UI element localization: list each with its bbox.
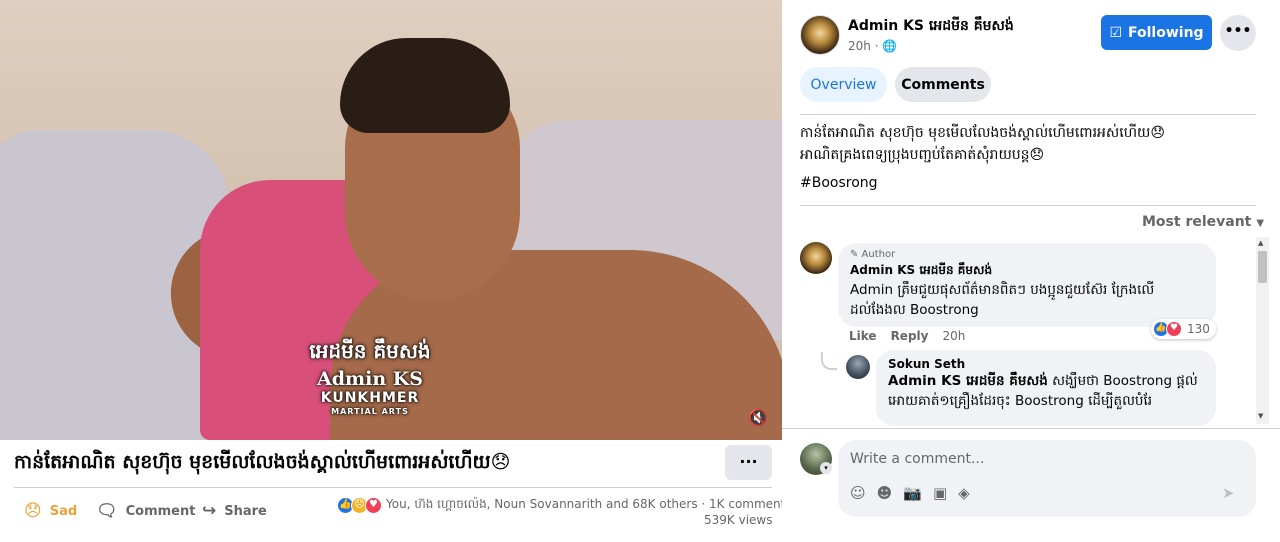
comment-text: Admin ត្រឹមជួយផុសព័ត៌មានពិតៗ បងប្អូនជួយស… <box>850 282 1155 318</box>
comment-bubble: ✎ Author Admin KS អេដមីន គឹមសង់ Admin ត្… <box>838 243 1216 327</box>
comment-input-placeholder[interactable]: Write a comment... <box>850 451 984 467</box>
divider <box>800 205 1256 206</box>
divider <box>14 487 772 488</box>
comment-reply-button[interactable]: Reply <box>891 329 929 343</box>
chevron-down-icon[interactable]: ▾ <box>820 462 832 474</box>
chevron-down-icon: ▼ <box>1256 218 1265 229</box>
reply-avatar[interactable] <box>846 355 870 379</box>
author-badge: ✎ Author <box>850 249 896 260</box>
scroll-up-icon[interactable]: ▲ <box>1258 239 1263 247</box>
comment-time[interactable]: 20h <box>942 329 965 343</box>
following-label: Following <box>1128 24 1204 41</box>
sort-comments-dropdown[interactable]: Most relevant ▼ <box>1142 214 1264 230</box>
sad-label: Sad <box>49 503 78 519</box>
following-button[interactable]: ☑ Following <box>1101 15 1212 50</box>
sad-face-icon: 😞 <box>24 501 42 521</box>
comment-like-button[interactable]: Like <box>849 329 877 343</box>
speaker-muted-icon[interactable]: 🔇 <box>746 406 770 430</box>
watermark-khmer: អេដមីន គឹមសង់ <box>309 339 431 363</box>
comment-button[interactable]: 🗨 Comment <box>96 499 195 523</box>
reactions-text[interactable]: You, ហ៊ង ហ្គោចល៉េង, Noun Sovannarith and… <box>386 496 799 514</box>
reply-thread-line <box>821 352 837 370</box>
watermark-sub: MARTIAL ARTS <box>331 407 409 416</box>
post-title: កាន់តែអាណិត សុខហ៊ុច មុខមើលលែងចង់ស្គាល់ហើ… <box>14 451 511 473</box>
camera-icon[interactable]: 📷 <box>903 484 922 502</box>
divider <box>782 428 1280 429</box>
love-reaction-icon: ♥ <box>365 496 382 514</box>
hashtag-link[interactable]: #Boosrong <box>800 172 1256 194</box>
sort-label: Most relevant <box>1142 214 1252 230</box>
composer-tools: ☺ ☻ 📷 ▣ ◈ <box>850 484 970 502</box>
reply-commenter-name[interactable]: Sokun Seth <box>888 357 1204 371</box>
video-watermark: អេដមីន គឹមសង់ Admin KS KUNKHMER MARTIAL … <box>280 338 460 416</box>
reactions-summary[interactable]: 👍 😞 ♥ You, ហ៊ង ហ្គោចល៉េង, Noun Sovannari… <box>337 496 799 514</box>
post-side-panel: Admin KS អេដមីន គឹមសង់ 20h · 🌐 ☑ Followi… <box>782 0 1280 542</box>
watermark-brand: KUNKHMER <box>320 390 420 406</box>
scrollbar-thumb[interactable] <box>1258 251 1267 283</box>
video-hair <box>340 38 510 133</box>
comment-composer[interactable]: Write a comment... ☺ ☻ 📷 ▣ ◈ ➤ <box>838 440 1256 517</box>
share-icon: ↪ <box>202 501 217 521</box>
comment-icon: 🗨 <box>96 501 118 521</box>
comment-label: Comment <box>125 503 196 519</box>
share-button[interactable]: ↪ Share <box>202 499 267 523</box>
emoji-icon[interactable]: ☻ <box>877 484 893 502</box>
comment-reactions[interactable]: 👍 ♥ 130 <box>1151 319 1216 339</box>
comments-scrollbar[interactable]: ▲ ▼ <box>1256 237 1269 424</box>
commenter-name[interactable]: Admin KS អេដមីន គឹមសង់ <box>850 262 1204 280</box>
comment-avatar[interactable] <box>800 242 832 274</box>
divider <box>800 114 1256 115</box>
page-avatar[interactable] <box>800 15 840 55</box>
video-player[interactable]: អេដមីន គឹមសង់ Admin KS KUNKHMER MARTIAL … <box>0 0 782 440</box>
panel-more-button[interactable]: ••• <box>1220 15 1256 51</box>
comment-actions: Like Reply 20h <box>849 329 979 343</box>
post-more-button[interactable]: ··· <box>725 445 772 480</box>
sticker-icon[interactable]: ◈ <box>958 484 970 502</box>
post-caption-bar: កាន់តែអាណិត សុខហ៊ុច មុខមើលលែងចង់ស្គាល់ហើ… <box>0 440 799 542</box>
reply-text: Admin KS អេដមីន គឹមសង់ សង្ឃឹមថា Boostron… <box>888 371 1204 411</box>
post-time[interactable]: 20h · 🌐 <box>848 39 897 53</box>
views-count: 539K views <box>704 513 773 527</box>
reply-mention[interactable]: Admin KS អេដមីន គឹមសង់ <box>888 373 1048 389</box>
send-icon[interactable]: ➤ <box>1222 484 1235 502</box>
love-reaction-icon: ♥ <box>1166 321 1182 337</box>
post-description: កាន់តែអាណិត សុខហ៊ុច មុខមើលលែងចង់ស្គាល់ហើ… <box>800 122 1256 194</box>
comment-react-count: 130 <box>1187 322 1210 336</box>
following-check-icon: ☑ <box>1109 24 1122 41</box>
sad-reaction-button[interactable]: 😞 Sad <box>24 499 77 523</box>
tab-overview[interactable]: Overview <box>800 67 887 102</box>
avatar-sticker-icon[interactable]: ☺ <box>850 484 866 502</box>
page: អេដមីន គឹមសង់ Admin KS KUNKHMER MARTIAL … <box>0 0 1280 542</box>
tab-comments[interactable]: Comments <box>895 67 991 102</box>
scroll-down-icon[interactable]: ▼ <box>1258 412 1263 420</box>
post-text-line2: អាណិតគ្រងពេទ្យប្រុងបញ្ជប់តែគាត់សុំរាយបន្… <box>800 147 1045 163</box>
post-text-line1: កាន់តែអាណិត សុខហ៊ុច មុខមើលលែងចង់ស្គាល់ហើ… <box>800 125 1165 141</box>
share-label: Share <box>224 503 267 519</box>
gif-icon[interactable]: ▣ <box>933 484 947 502</box>
reply-bubble: Sokun Seth Admin KS អេដមីន គឹមសង់ សង្ឃឹម… <box>876 350 1216 426</box>
page-name[interactable]: Admin KS អេដមីន គឹមសង់ <box>848 16 1014 37</box>
watermark-admin: Admin KS <box>316 368 423 390</box>
